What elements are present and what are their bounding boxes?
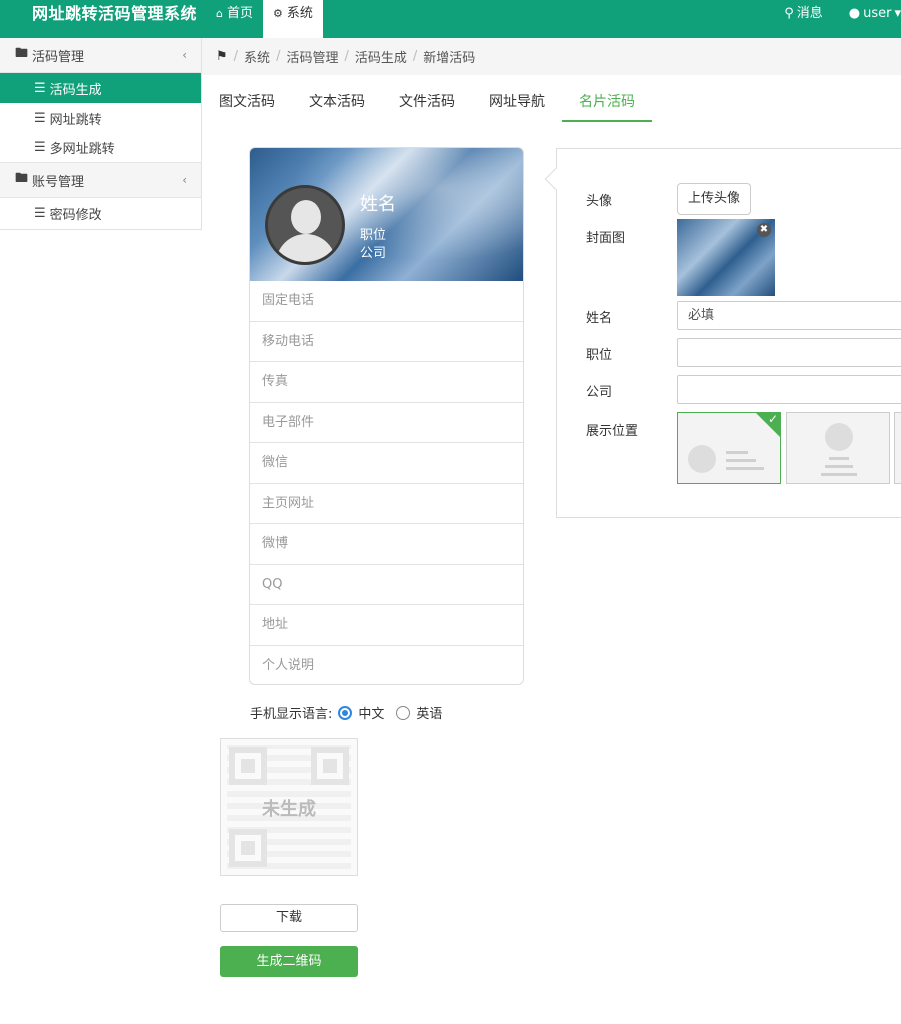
radio-english-label[interactable]: 英语 [416, 703, 442, 722]
card-field-email: 电子部件 [250, 403, 523, 443]
lightbulb-icon: ⚲ [784, 6, 794, 21]
sidebar-item-label: 活码生成 [49, 82, 102, 98]
sidebar-group-label: 活码管理 [32, 49, 85, 65]
tab-bar: 图文活码 文本活码 文件活码 网址导航 名片活码 [202, 84, 901, 124]
list-icon: ☰ [34, 140, 46, 155]
card-field-bio: 个人说明 [262, 657, 315, 673]
card-field-weibo: 微博 [250, 524, 523, 565]
chevron-left-icon: ‹ [182, 173, 187, 187]
company-label: 公司 [586, 385, 613, 400]
home-icon: ⌂ [216, 7, 223, 20]
sidebar-group-label: 账号管理 [32, 174, 85, 190]
cover-thumbnail[interactable]: ✖ [677, 219, 775, 296]
nav-home-label: 首页 [226, 6, 253, 21]
tab-text[interactable]: 文本活码 [292, 84, 382, 122]
download-button[interactable]: 下载 [220, 904, 358, 932]
top-nav: ⌂ 首页 ⚙ 系统 [206, 0, 323, 38]
messages-label: 消息 [796, 6, 823, 21]
layout-option-center[interactable] [786, 412, 890, 484]
sidebar-item-live-code-generate[interactable]: ☰ 活码生成 [0, 73, 201, 103]
avatar-label: 头像 [586, 194, 613, 209]
sidebar: 🖿 活码管理 ‹ ☰ 活码生成 ☰ 网址跳转 ☰ 多网址跳转 🖿 账号管理 ‹ … [0, 38, 202, 230]
list-icon: ☰ [34, 80, 46, 96]
folder-icon: 🖿 [15, 46, 29, 61]
nav-home[interactable]: ⌂ 首页 [206, 0, 263, 38]
business-card-preview: 姓名 职位 公司 固定电话 移动电话 传真 电子部件 微信 主页网址 微博 QQ… [249, 147, 524, 685]
sidebar-item-multi-url-redirect[interactable]: ☰ 多网址跳转 [0, 133, 201, 163]
sidebar-group-live-code[interactable]: 🖿 活码管理 ‹ [0, 38, 201, 73]
tab-url-nav[interactable]: 网址导航 [472, 84, 562, 122]
sidebar-item-label: 网址跳转 [49, 112, 102, 128]
sidebar-item-label: 多网址跳转 [49, 142, 115, 157]
qr-status: 未生成 [262, 799, 316, 820]
top-bar: 网址跳转活码管理系统 ⌂ 首页 ⚙ 系统 ⚲ 消息 ● user ▾ [0, 0, 901, 38]
card-field-list: 固定电话 移动电话 传真 电子部件 微信 主页网址 微博 QQ 地址 个人说明 [250, 281, 523, 684]
nav-system-label: 系统 [286, 6, 313, 21]
caret-down-icon: ▾ [894, 6, 901, 21]
card-field-mobile: 移动电话 [250, 322, 523, 362]
card-field-homepage: 主页网址 [250, 484, 523, 524]
tab-file[interactable]: 文件活码 [382, 84, 472, 122]
card-field-landline: 固定电话 [250, 281, 523, 322]
sidebar-item-url-redirect[interactable]: ☰ 网址跳转 [0, 103, 201, 133]
card-field-address: 地址 [250, 605, 523, 646]
position-label: 职位 [586, 348, 613, 363]
generate-qr-button[interactable]: 生成二维码 [220, 946, 358, 977]
card-field-wechat: 微信 [250, 443, 523, 484]
qr-code-placeholder: 未生成 [220, 738, 358, 876]
app-title: 网址跳转活码管理系统 [32, 4, 198, 23]
breadcrumb-item[interactable]: 活码生成 [355, 47, 407, 66]
language-label: 手机显示语言: [250, 707, 333, 722]
messages-link[interactable]: ⚲ 消息 [784, 0, 823, 38]
radio-chinese-label[interactable]: 中文 [358, 703, 384, 722]
remove-icon[interactable]: ✖ [757, 223, 771, 237]
name-label: 姓名 [586, 311, 613, 326]
map-pin-icon: ⚑ [216, 49, 228, 64]
breadcrumb-item[interactable]: 活码管理 [286, 47, 338, 66]
list-icon: ☰ [34, 205, 46, 221]
tab-image-text[interactable]: 图文活码 [202, 84, 292, 122]
company-input[interactable] [677, 375, 901, 404]
layout-option-left[interactable]: ✓ [677, 412, 781, 484]
upload-avatar-button[interactable]: 上传头像 [677, 183, 751, 215]
breadcrumb-item[interactable]: 系统 [244, 47, 270, 66]
gear-icon: ⚙ [273, 7, 283, 20]
card-company: 公司 [360, 246, 387, 261]
chevron-left-icon: ‹ [182, 48, 187, 62]
sidebar-item-label: 密码修改 [49, 207, 102, 223]
radio-chinese[interactable] [338, 705, 353, 720]
card-position: 职位 [360, 228, 387, 243]
avatar [265, 185, 345, 265]
language-selector: 手机显示语言: 中文 英语 [250, 703, 442, 722]
user-menu[interactable]: ● user ▾ [849, 0, 901, 38]
card-settings-panel: 头像 上传头像 封面图 ✖ 姓名 必填 职位 公司 展示位置 ✓ [544, 148, 901, 518]
nav-system[interactable]: ⚙ 系统 [263, 0, 323, 38]
tab-business-card[interactable]: 名片活码 [562, 84, 652, 122]
list-icon: ☰ [34, 110, 46, 126]
radio-english[interactable] [396, 705, 411, 720]
card-field-fax: 传真 [250, 362, 523, 403]
user-icon: ● [848, 6, 861, 21]
sidebar-group-account[interactable]: 🖿 账号管理 ‹ [0, 163, 201, 198]
name-input[interactable]: 必填 [677, 301, 901, 330]
position-input[interactable] [677, 338, 901, 367]
breadcrumb-current: 新增活码 [423, 51, 476, 66]
card-name: 姓名 [360, 194, 396, 215]
cover-label: 封面图 [586, 231, 626, 246]
folder-icon: 🖿 [15, 171, 29, 186]
top-right: ⚲ 消息 ● user ▾ [784, 0, 901, 38]
breadcrumb: ⚑ / 系统 / 活码管理 / 活码生成 / 新增活码 [202, 38, 901, 75]
user-label: user [863, 6, 892, 21]
check-icon: ✓ [767, 412, 778, 426]
display-position-label: 展示位置 [586, 424, 639, 439]
sidebar-item-password[interactable]: ☰ 密码修改 [0, 198, 201, 228]
layout-option-right[interactable] [894, 412, 901, 484]
card-field-qq: QQ [250, 565, 523, 605]
